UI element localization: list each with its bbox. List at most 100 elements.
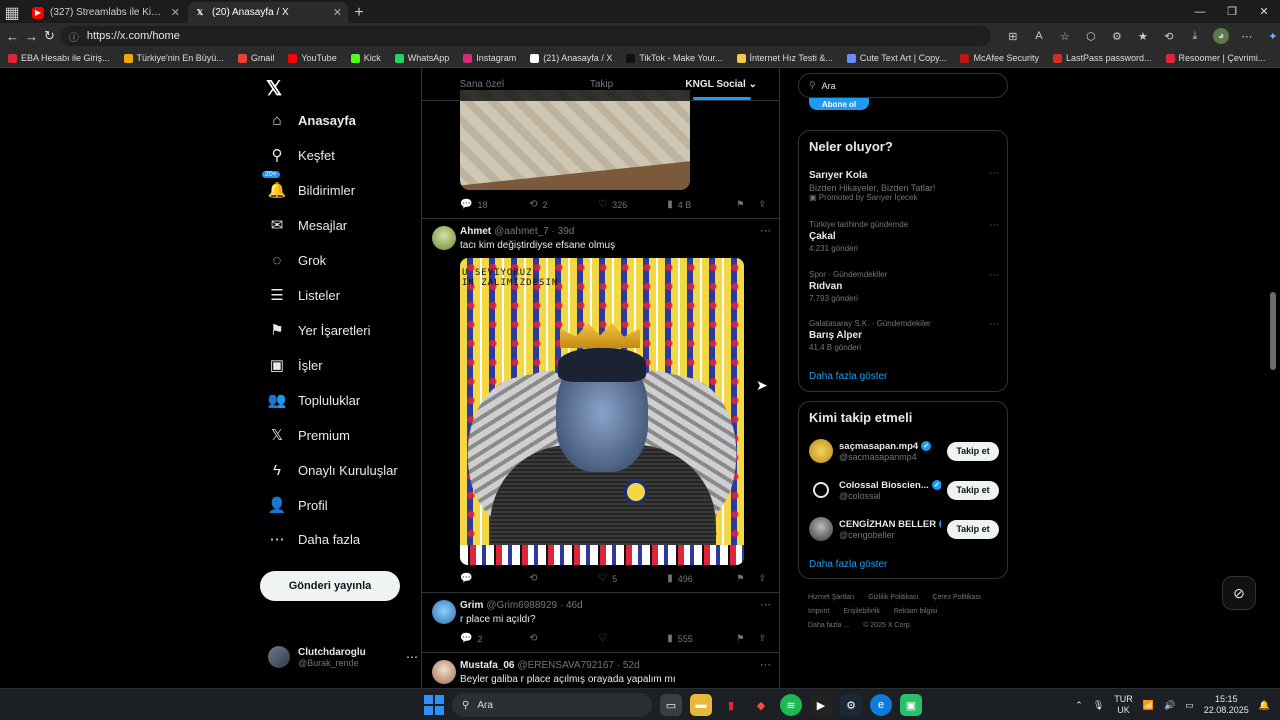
share-icon[interactable]: ⇪: [758, 199, 766, 210]
app-diamond-icon[interactable]: ◆: [750, 694, 772, 716]
bookmark-item[interactable]: Resoomer | Çevrimi...: [1165, 53, 1265, 63]
sidebar-item-person[interactable]: 👤 Profil: [268, 496, 328, 514]
sidebar-item-briefcase[interactable]: ▣ İşler: [268, 356, 323, 374]
follow-button[interactable]: Takip et: [947, 441, 999, 461]
trend-item[interactable]: Sarıyer Kola Bizden Hikayeler, Bizden Ta…: [809, 168, 999, 202]
bookmark-icon[interactable]: ⚑: [736, 633, 744, 644]
post-author-name[interactable]: Mustafa_06: [460, 660, 514, 671]
bookmark-item[interactable]: YouTube: [288, 53, 337, 63]
sidebar-item-bookmark[interactable]: ⚑ Yer İşaretleri: [268, 321, 370, 339]
browser-tab-x-home[interactable]: 𝕏 (20) Anasayfa / X ✕: [188, 2, 348, 23]
close-icon[interactable]: ✕: [171, 6, 180, 19]
trend-item[interactable]: Galatasaray S.K. · Gündemdekiler Barış A…: [809, 319, 999, 352]
x-logo-icon[interactable]: 𝕏: [266, 76, 282, 101]
browser-tab-streamlabs[interactable]: ▶ (327) Streamlabs ile Kick'te Nasıl ✕: [26, 2, 186, 23]
sidebar-item-x-premium[interactable]: 𝕏 Premium: [268, 426, 350, 444]
task-view-icon[interactable]: ▭: [660, 694, 682, 716]
bookmark-item[interactable]: İnternet Hız Testi &...: [736, 53, 833, 63]
bookmark-item[interactable]: (21) Anasayfa / X: [530, 53, 612, 63]
footer-link[interactable]: Reklam bilgisi: [894, 608, 937, 615]
follow-suggestion[interactable]: CENGİZHAN BELLER✓ @cengobeller Takip et: [809, 516, 999, 542]
windows-start-icon[interactable]: [424, 695, 444, 715]
wifi-icon[interactable]: 📶: [1143, 700, 1154, 711]
tab-for-you[interactable]: Sana özel: [422, 68, 542, 100]
like-button[interactable]: ♡ 5: [598, 573, 667, 584]
minimize-icon[interactable]: —: [1184, 0, 1216, 23]
post-button[interactable]: Gönderi yayınla: [260, 571, 400, 601]
avatar[interactable]: [432, 226, 456, 250]
like-button[interactable]: ♡: [598, 633, 667, 644]
notification-icon[interactable]: 🔔: [1259, 700, 1270, 711]
more-icon[interactable]: ⋯: [760, 598, 771, 611]
back-icon[interactable]: ←: [6, 25, 19, 47]
views-button[interactable]: ▮ 4 B: [667, 199, 736, 210]
bookmark-item[interactable]: Cute Text Art | Copy...: [846, 53, 946, 63]
app-green-icon[interactable]: ▣: [900, 694, 922, 716]
views-button[interactable]: ▮ 496: [667, 573, 736, 584]
sidebar-item-list[interactable]: ☰ Listeler: [268, 286, 340, 304]
forward-icon[interactable]: →: [25, 25, 38, 47]
close-icon[interactable]: ✕: [333, 6, 342, 19]
bookmark-icon[interactable]: ⚑: [736, 199, 744, 210]
sidebar-item-more-circle[interactable]: ⋯ Daha fazla: [268, 530, 361, 548]
share-icon[interactable]: ⇪: [758, 573, 766, 584]
footer-link[interactable]: Daha fazla ...: [808, 622, 849, 629]
follow-button[interactable]: Takip et: [947, 480, 999, 500]
sidebar-item-bell[interactable]: 🔔 20+ Bildirimler: [262, 171, 355, 199]
bookmark-item[interactable]: Gmail: [237, 53, 274, 63]
follow-suggestion[interactable]: Colossal Bioscien... ✓ @colossal Takip et: [809, 477, 999, 503]
avatar[interactable]: [432, 600, 456, 624]
app-red-icon[interactable]: ▮: [720, 694, 742, 716]
more-icon[interactable]: ⋯: [989, 319, 999, 330]
share-icon[interactable]: ⇪: [758, 633, 766, 644]
site-info-icon[interactable]: ⓘ: [69, 29, 79, 44]
more-icon[interactable]: ⋯: [406, 650, 418, 664]
bookmark-item[interactable]: Türkiye'nin En Büyü...: [123, 53, 224, 63]
show-more-link[interactable]: Daha fazla göster: [809, 559, 887, 570]
sidebar-item-lightning[interactable]: ϟ Onaylı Kuruluşlar: [268, 461, 398, 479]
scrollbar-thumb[interactable]: [1270, 292, 1276, 370]
reply-button[interactable]: 💬 18: [460, 199, 529, 210]
chevron-up-icon[interactable]: ⌃: [1075, 700, 1083, 711]
post-image-pixel-art[interactable]: U SEVIYORUZ IN ZALIMIZDESIN: [460, 258, 744, 565]
new-tab-button[interactable]: +: [348, 2, 370, 23]
favorite-star-icon[interactable]: ☆: [1057, 28, 1073, 44]
trend-item[interactable]: Türkiye tarihinde gündemde Çakal 4.231 g…: [809, 220, 999, 253]
more-icon[interactable]: ⋯: [760, 658, 771, 671]
tab-kngl-social[interactable]: KNGL Social ⌄: [661, 68, 779, 100]
follow-suggestion[interactable]: saçmasapan.mp4 ✓ @sacmasapanmp4 Takip et: [809, 438, 999, 464]
read-aloud-icon[interactable]: A: [1031, 28, 1047, 44]
copilot-icon[interactable]: ✦: [1265, 28, 1280, 44]
subscribe-button[interactable]: Abone ol: [809, 96, 869, 110]
views-button[interactable]: ▮ 555: [667, 633, 736, 644]
sidebar-item-search[interactable]: ⚲ Keşfet: [268, 146, 335, 164]
footer-link[interactable]: Çerez Politikası: [932, 594, 981, 601]
battery-icon[interactable]: ▭: [1185, 700, 1194, 711]
refresh-icon[interactable]: ↻: [44, 25, 55, 47]
footer-link[interactable]: Hizmet Şartları: [808, 594, 854, 601]
account-switcher[interactable]: Clutchdaroglu @Burak_rende ⋯: [268, 646, 418, 668]
more-icon[interactable]: ⋯: [989, 168, 999, 179]
sidebar-item-communities[interactable]: 👥 Topluluklar: [268, 391, 361, 409]
history-icon[interactable]: ⟲: [1161, 28, 1177, 44]
follow-button[interactable]: Takip et: [947, 519, 999, 539]
reply-button[interactable]: 💬: [460, 573, 529, 584]
post-author-name[interactable]: Ahmet: [460, 226, 491, 237]
search-input[interactable]: ⚲ Ara: [798, 73, 1008, 98]
file-explorer-icon[interactable]: ▬: [690, 694, 712, 716]
bookmark-item[interactable]: TikTok - Make Your...: [626, 53, 723, 63]
tab-following[interactable]: Takip: [542, 68, 662, 100]
maximize-icon[interactable]: ❐: [1216, 0, 1248, 23]
footer-link[interactable]: Imprint: [808, 608, 829, 615]
trend-item[interactable]: Spor · Gündemdekiler Rıdvan 7.793 gönder…: [809, 270, 999, 303]
footer-link[interactable]: Erişilebilirlik: [843, 608, 880, 615]
more-menu-icon[interactable]: ⋯: [1239, 28, 1255, 44]
extension-icon[interactable]: ⬡: [1083, 28, 1099, 44]
bookmark-icon[interactable]: ⚑: [736, 573, 744, 584]
post-image[interactable]: [460, 90, 690, 190]
clock[interactable]: 15:15 22.08.2025: [1204, 694, 1249, 716]
reply-button[interactable]: 💬 2: [460, 633, 529, 644]
language-indicator[interactable]: TUR UK: [1114, 694, 1133, 716]
bookmark-item[interactable]: Kick: [350, 53, 381, 63]
profile-avatar-icon[interactable]: ◕: [1212, 28, 1229, 44]
